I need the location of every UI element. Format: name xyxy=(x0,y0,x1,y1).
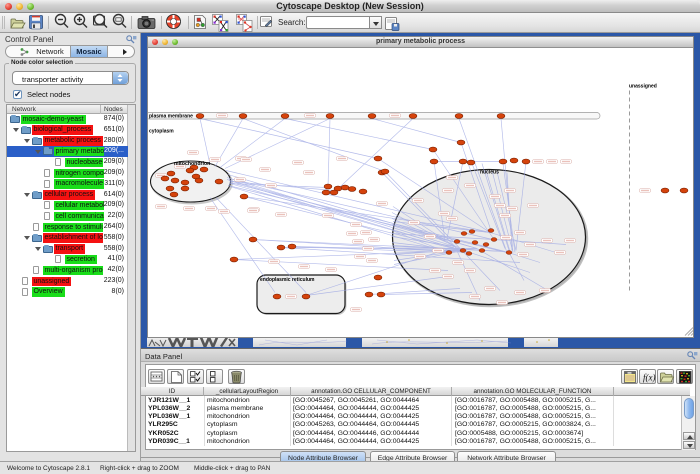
svg-text:f(x): f(x) xyxy=(643,373,656,383)
svg-text:nucleus: nucleus xyxy=(480,169,499,175)
svg-text:plasma membrane: plasma membrane xyxy=(149,113,193,119)
svg-text:cytoplasm: cytoplasm xyxy=(149,128,174,134)
svg-text:mitochondrion: mitochondrion xyxy=(174,161,210,167)
svg-text:unassigned: unassigned xyxy=(629,83,657,89)
svg-text:endoplasmic reticulum: endoplasmic reticulum xyxy=(260,277,315,283)
